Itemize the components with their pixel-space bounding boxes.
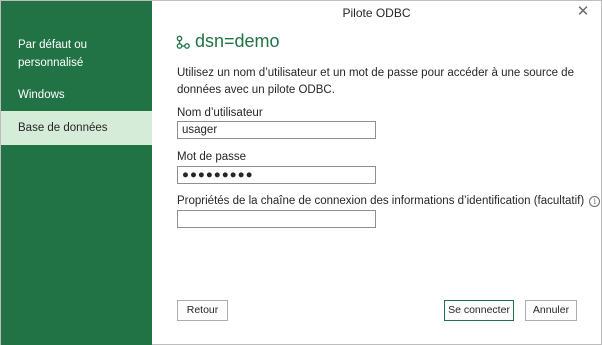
sidebar-item-label: Windows [18, 89, 65, 101]
cancel-button[interactable]: Annuler [525, 300, 577, 321]
connection-props-field[interactable] [177, 210, 376, 228]
sidebar-item-windows[interactable]: Windows [1, 86, 152, 104]
connect-button[interactable]: Se connecter [444, 300, 514, 321]
connection-props-label-row: Propriétés de la chaîne de connexion des… [177, 195, 601, 207]
sidebar-item-label: Base de données [18, 122, 108, 134]
close-icon[interactable]: ✕ [575, 4, 591, 20]
username-label: Nom d’utilisateur [177, 107, 263, 119]
back-button[interactable]: Retour [177, 300, 228, 321]
connection-icon [176, 35, 190, 49]
page-title: dsn=demo [195, 31, 280, 51]
dialog-title: Pilote ODBC [342, 6, 411, 20]
sidebar: Par défaut ou personnalisé Windows Base … [1, 1, 152, 345]
username-field[interactable] [177, 121, 376, 139]
page-heading: dsn=demo [176, 31, 280, 52]
sidebar-item-database[interactable]: Base de données [1, 111, 152, 145]
info-icon[interactable]: i [589, 195, 601, 207]
password-label: Mot de passe [177, 151, 247, 163]
sidebar-item-default-or-custom[interactable]: Par défaut ou personnalisé [1, 36, 152, 72]
sidebar-item-label-line1: Par défaut ou [18, 39, 88, 51]
description-text: Utilisez un nom d’utilisateur et un mot … [177, 67, 574, 96]
password-field[interactable] [177, 166, 376, 184]
sidebar-item-label-line2: personnalisé [18, 57, 84, 69]
odbc-dialog: Par défaut ou personnalisé Windows Base … [0, 0, 602, 345]
connection-props-label: Propriétés de la chaîne de connexion des… [177, 195, 585, 207]
